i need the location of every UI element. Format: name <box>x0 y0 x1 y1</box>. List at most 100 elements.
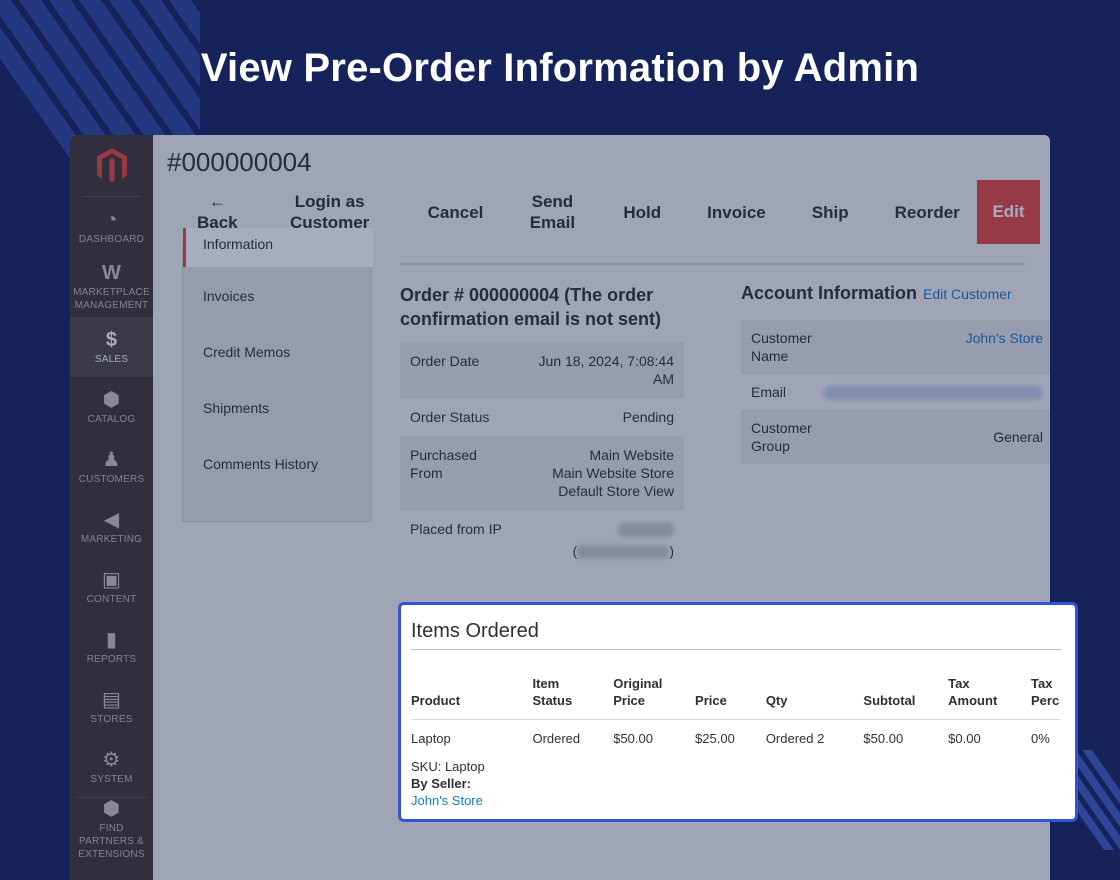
invoice-button[interactable]: Invoice <box>689 202 790 223</box>
website-name: Main Website <box>589 447 674 463</box>
section-divider <box>400 263 1025 265</box>
nav-label: CUSTOMERS <box>78 473 145 485</box>
tab-information[interactable]: Information <box>183 228 373 267</box>
cube-icon: ⬢ <box>102 388 121 411</box>
items-ordered-card: Items Ordered Product Item Status Origin… <box>398 602 1078 822</box>
person-icon: ♟ <box>102 448 121 471</box>
col-price: Price <box>695 675 766 720</box>
nav-marketplace-management[interactable]: W MARKETPLACE MANAGEMENT <box>70 257 153 317</box>
order-view-tabs: Information Invoices Credit Memos Shipme… <box>182 228 373 522</box>
row-value: Pending <box>622 409 674 425</box>
row-label: Order Date <box>410 353 480 369</box>
purchased-from-row: Purchased From Main Website Main Website… <box>400 436 684 510</box>
dollar-icon: $ <box>105 328 118 351</box>
order-status-row: Order Status Pending <box>400 398 684 436</box>
marketplace-icon: W <box>101 262 122 284</box>
nav-dashboard[interactable]: ◔ DASHBOARD <box>70 197 153 257</box>
price-cell: $25.00 <box>695 731 735 746</box>
tax-amount-cell: $0.00 <box>948 731 981 746</box>
row-label: Customer Group <box>751 420 812 454</box>
speedometer-icon: ◔ <box>105 208 118 231</box>
edit-customer-link[interactable]: Edit Customer <box>923 286 1012 302</box>
product-cell: Laptop SKU: Laptop By Seller: John's Sto… <box>411 720 532 810</box>
bar-chart-icon: ▮ <box>105 628 118 651</box>
nav-customers[interactable]: ♟ CUSTOMERS <box>70 437 153 497</box>
cancel-button[interactable]: Cancel <box>392 202 508 223</box>
nav-label: DASHBOARD <box>78 233 145 245</box>
nav-label: STORES <box>90 713 133 725</box>
gear-icon: ⚙ <box>102 748 121 771</box>
layout-icon: ▣ <box>101 568 122 591</box>
send-email-button[interactable]: Send Email <box>507 191 597 233</box>
store-view-name: Default Store View <box>558 483 674 499</box>
nav-label: MARKETPLACE MANAGEMENT <box>73 287 150 311</box>
row-value: Main Website Main Website Store Default … <box>490 446 674 500</box>
items-table-clip: Product Item Status Original Price Price… <box>401 605 1061 825</box>
account-info-title: Account Information Edit Customer <box>741 283 1012 304</box>
qty-cell: Ordered 2 <box>765 731 825 746</box>
order-date-row: Order Date Jun 18, 2024, 7:08:44 AM <box>400 342 684 398</box>
seller-link[interactable]: John's Store <box>411 792 532 809</box>
back-arrow-icon: ← <box>208 192 226 211</box>
store-name: Main Website Store <box>552 465 674 481</box>
ship-button[interactable]: Ship <box>790 202 871 223</box>
original-price-cell: $50.00 <box>613 731 653 746</box>
nav-sales[interactable]: $ SALES <box>70 317 153 377</box>
row-value: Jun 18, 2024, 7:08:44 AM <box>538 353 674 387</box>
nav-label: MARKETING <box>80 533 143 545</box>
col-label: Item Status <box>532 676 573 708</box>
col-tax-amount: Tax Amount <box>948 675 1031 720</box>
nav-find-partners[interactable]: ⬢ FIND PARTNERS & EXTENSIONS <box>76 797 147 861</box>
row-label: Order Status <box>410 409 490 425</box>
login-as-customer-button[interactable]: Login as Customer <box>268 191 392 233</box>
row-label: Customer Name <box>751 330 812 364</box>
order-info-title: Order # 000000004 (The order confirmatio… <box>400 285 662 329</box>
product-name: Laptop <box>411 731 451 746</box>
row-value-redacted: () <box>520 520 674 560</box>
nav-catalog[interactable]: ⬢ CATALOG <box>70 377 153 437</box>
nav-system[interactable]: ⚙ SYSTEM <box>70 737 153 797</box>
row-value: General <box>993 429 1043 445</box>
edit-button[interactable]: Edit <box>977 180 1040 244</box>
tab-invoices[interactable]: Invoices <box>183 268 371 324</box>
reorder-button[interactable]: Reorder <box>871 202 984 223</box>
items-table: Product Item Status Original Price Price… <box>411 675 1061 809</box>
nav-content[interactable]: ▣ CONTENT <box>70 557 153 617</box>
customer-name-link[interactable]: John's Store <box>841 329 1043 365</box>
order-info-table: Order Date Jun 18, 2024, 7:08:44 AM Orde… <box>400 342 684 570</box>
storefront-icon: ▤ <box>101 688 122 711</box>
admin-sidebar: ◔ DASHBOARD W MARKETPLACE MANAGEMENT $ S… <box>70 135 153 880</box>
col-label: Tax Perc <box>1030 676 1060 708</box>
headline: View Pre-Order Information by Admin <box>200 46 920 90</box>
col-product: Product <box>411 675 533 720</box>
account-info-table: Customer Name John's Store Email Custome… <box>741 320 1050 464</box>
placed-from-ip-row: Placed from IP () <box>400 510 684 570</box>
customer-group-row: Customer Group General <box>741 410 1050 464</box>
nav-reports[interactable]: ▮ REPORTS <box>70 617 153 677</box>
col-original-price: Original Price <box>613 675 696 720</box>
nav-marketing[interactable]: ◀ MARKETING <box>70 497 153 557</box>
page-title: #000000004 <box>167 147 312 177</box>
magento-logo-icon <box>96 147 127 182</box>
nav-label: CATALOG <box>87 413 136 425</box>
col-qty: Qty <box>765 675 864 720</box>
account-info-heading: Account Information <box>741 283 917 303</box>
back-button[interactable]: ← Back <box>173 191 268 233</box>
nav-label: CONTENT <box>86 593 137 605</box>
row-label: Email <box>751 384 787 400</box>
magento-logo[interactable] <box>82 135 141 197</box>
nav-label: FIND PARTNERS & EXTENSIONS <box>78 823 145 860</box>
email-redacted <box>823 383 1043 401</box>
table-row: Laptop SKU: Laptop By Seller: John's Sto… <box>411 720 1061 810</box>
col-item-status: Item Status <box>532 675 614 720</box>
nav-stores[interactable]: ▤ STORES <box>70 677 153 737</box>
tab-comments-history[interactable]: Comments History <box>183 436 371 492</box>
tab-credit-memos[interactable]: Credit Memos <box>183 324 371 380</box>
box-icon: ⬢ <box>102 798 121 820</box>
email-row: Email <box>741 374 1050 410</box>
row-label: Placed from IP <box>410 521 502 537</box>
megaphone-icon: ◀ <box>103 508 120 531</box>
hold-button[interactable]: Hold <box>597 202 689 223</box>
tab-shipments[interactable]: Shipments <box>183 380 371 436</box>
col-label: Original Price <box>613 676 663 708</box>
